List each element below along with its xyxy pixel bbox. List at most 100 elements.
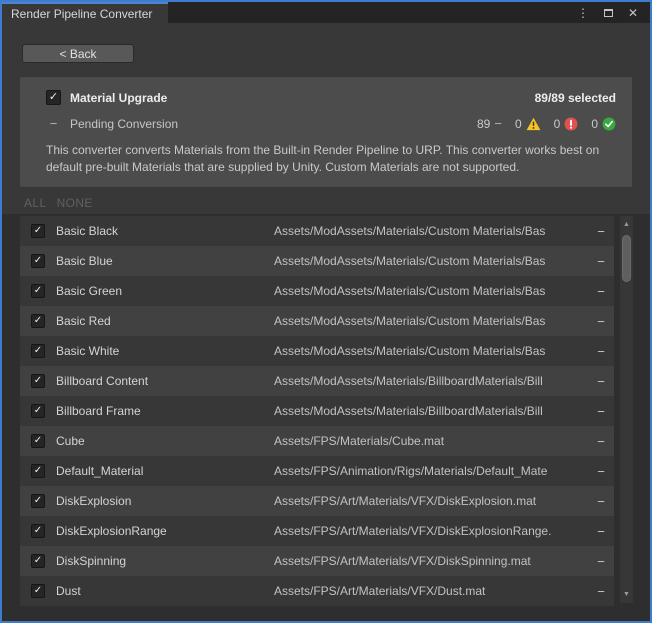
table-row[interactable]: ✓ Basic Blue Assets/ModAssets/Materials/… (20, 246, 614, 276)
converter-title: Material Upgrade (70, 91, 167, 105)
selected-count: 89/89 selected (535, 91, 616, 105)
list-region: ✓ Basic Black Assets/ModAssets/Materials… (2, 214, 650, 621)
scroll-down-icon[interactable]: ▼ (620, 588, 633, 601)
row-name: Basic Black (56, 224, 274, 238)
row-path: Assets/ModAssets/Materials/Custom Materi… (274, 314, 582, 328)
pending-conversion-row[interactable]: − Pending Conversion 89 − 0 (46, 116, 616, 131)
row-name: DiskExplosionRange (56, 524, 274, 538)
pending-dash-icon: − (46, 116, 61, 131)
close-icon[interactable]: ✕ (628, 7, 638, 19)
row-path: Assets/FPS/Art/Materials/VFX/DiskExplosi… (274, 524, 582, 538)
scroll-up-icon[interactable]: ▲ (620, 218, 633, 231)
row-checkbox[interactable]: ✓ (31, 404, 45, 418)
row-path: Assets/ModAssets/Materials/Custom Materi… (274, 344, 582, 358)
back-button[interactable]: < Back (22, 44, 134, 63)
success-count-group: 0 (591, 117, 616, 131)
table-row[interactable]: ✓ Basic Black Assets/ModAssets/Materials… (20, 216, 614, 246)
pending-count: 89 (477, 117, 490, 131)
pending-status-icon: − (494, 116, 502, 131)
row-name: Basic Red (56, 314, 274, 328)
table-row[interactable]: ✓ DiskExplosion Assets/FPS/Art/Materials… (20, 486, 614, 516)
table-row[interactable]: ✓ DiskSpinning Assets/FPS/Art/Materials/… (20, 546, 614, 576)
row-checkbox[interactable]: ✓ (31, 464, 45, 478)
select-none-button[interactable]: NONE (57, 196, 93, 210)
warning-icon (526, 117, 541, 131)
converter-description: This converter converts Materials from t… (46, 142, 616, 175)
row-status-icon: − (588, 404, 614, 419)
row-status-icon: − (588, 524, 614, 539)
row-status-icon: − (588, 344, 614, 359)
row-status-icon: − (588, 314, 614, 329)
row-name: DiskSpinning (56, 554, 274, 568)
row-checkbox[interactable]: ✓ (31, 254, 45, 268)
row-status-icon: − (588, 494, 614, 509)
row-checkbox[interactable]: ✓ (31, 494, 45, 508)
warning-count: 0 (515, 117, 522, 131)
success-icon (602, 117, 616, 131)
row-status-icon: − (588, 284, 614, 299)
row-path: Assets/ModAssets/Materials/BillboardMate… (274, 404, 582, 418)
table-row[interactable]: ✓ DiskExplosionRange Assets/FPS/Art/Mate… (20, 516, 614, 546)
table-row[interactable]: ✓ Basic Red Assets/ModAssets/Materials/C… (20, 306, 614, 336)
row-name: Billboard Frame (56, 404, 274, 418)
row-checkbox[interactable]: ✓ (31, 224, 45, 238)
converter-card: ✓ Material Upgrade 89/89 selected − Pend… (20, 77, 632, 187)
row-path: Assets/ModAssets/Materials/Custom Materi… (274, 284, 582, 298)
conversion-list: ✓ Basic Black Assets/ModAssets/Materials… (20, 214, 614, 606)
row-checkbox[interactable]: ✓ (31, 374, 45, 388)
row-path: Assets/ModAssets/Materials/Custom Materi… (274, 224, 582, 238)
converter-checkbox[interactable]: ✓ (46, 90, 61, 105)
row-checkbox[interactable]: ✓ (31, 554, 45, 568)
row-path: Assets/FPS/Art/Materials/VFX/Dust.mat (274, 584, 582, 598)
scrollbar-thumb[interactable] (622, 235, 631, 282)
pending-count-group: 89 − (477, 116, 502, 131)
row-path: Assets/FPS/Materials/Cube.mat (274, 434, 582, 448)
maximize-icon[interactable] (604, 9, 613, 17)
error-count: 0 (554, 117, 561, 131)
row-name: Billboard Content (56, 374, 274, 388)
row-status-icon: − (588, 224, 614, 239)
table-row[interactable]: ✓ Basic White Assets/ModAssets/Materials… (20, 336, 614, 366)
row-name: Basic Green (56, 284, 274, 298)
render-pipeline-converter-window: Render Pipeline Converter ⋮ ✕ < Back ✓ M… (0, 0, 652, 623)
table-row[interactable]: ✓ Basic Green Assets/ModAssets/Materials… (20, 276, 614, 306)
row-name: DiskExplosion (56, 494, 274, 508)
row-name: Basic White (56, 344, 274, 358)
tab-render-pipeline-converter[interactable]: Render Pipeline Converter (2, 2, 168, 23)
row-path: Assets/FPS/Art/Materials/VFX/DiskExplosi… (274, 494, 582, 508)
row-checkbox[interactable]: ✓ (31, 314, 45, 328)
select-all-button[interactable]: ALL (24, 196, 47, 210)
row-name: Default_Material (56, 464, 274, 478)
row-checkbox[interactable]: ✓ (31, 434, 45, 448)
warning-count-group: 0 (515, 117, 541, 131)
row-status-icon: − (588, 374, 614, 389)
row-checkbox[interactable]: ✓ (31, 344, 45, 358)
table-row[interactable]: ✓ Dust Assets/FPS/Art/Materials/VFX/Dust… (20, 576, 614, 606)
pending-label: Pending Conversion (70, 117, 178, 131)
table-row[interactable]: ✓ Default_Material Assets/FPS/Animation/… (20, 456, 614, 486)
row-name: Basic Blue (56, 254, 274, 268)
titlebar: Render Pipeline Converter ⋮ ✕ (2, 2, 650, 23)
row-path: Assets/ModAssets/Materials/BillboardMate… (274, 374, 582, 388)
row-name: Dust (56, 584, 274, 598)
row-name: Cube (56, 434, 274, 448)
error-icon (564, 117, 578, 131)
row-status-icon: − (588, 254, 614, 269)
window-title: Render Pipeline Converter (11, 7, 152, 21)
window-menu-icon[interactable]: ⋮ (577, 7, 589, 19)
row-checkbox[interactable]: ✓ (31, 284, 45, 298)
table-row[interactable]: ✓ Cube Assets/FPS/Materials/Cube.mat − (20, 426, 614, 456)
error-count-group: 0 (554, 117, 579, 131)
row-status-icon: − (588, 434, 614, 449)
row-checkbox[interactable]: ✓ (31, 524, 45, 538)
row-path: Assets/FPS/Animation/Rigs/Materials/Defa… (274, 464, 582, 478)
table-row[interactable]: ✓ Billboard Frame Assets/ModAssets/Mater… (20, 396, 614, 426)
row-path: Assets/ModAssets/Materials/Custom Materi… (274, 254, 582, 268)
scrollbar[interactable]: ▲ ▼ (620, 216, 633, 603)
table-row[interactable]: ✓ Billboard Content Assets/ModAssets/Mat… (20, 366, 614, 396)
row-path: Assets/FPS/Art/Materials/VFX/DiskSpinnin… (274, 554, 582, 568)
success-count: 0 (591, 117, 598, 131)
row-status-icon: − (588, 584, 614, 599)
row-status-icon: − (588, 464, 614, 479)
row-checkbox[interactable]: ✓ (31, 584, 45, 598)
